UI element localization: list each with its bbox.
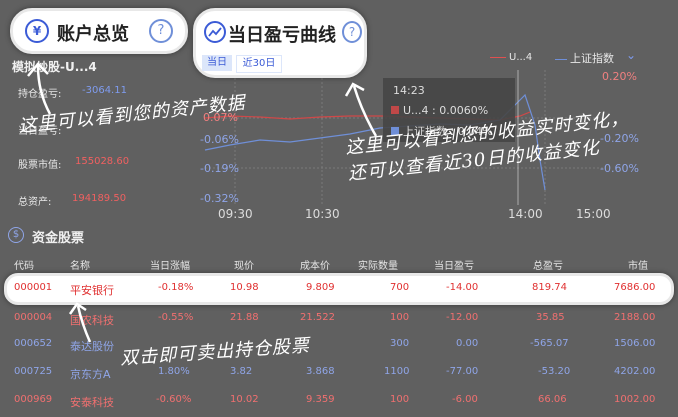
cell-qty: 300 [390,338,410,349]
table-header: 代码 名称 当日涨幅 现价 成本价 实际数量 当日盈亏 总盈亏 市值 [0,255,678,273]
cell-price: 10.98 [230,282,259,293]
cell-total-pnl: -565.07 [530,338,569,349]
left-tick: -0.06% [200,133,239,146]
x-tick: 15:00 [576,207,611,221]
help-icon[interactable]: ? [149,19,173,43]
cell-qty: 700 [390,282,410,293]
column-header: 实际数量 [358,261,398,272]
cell-market-value: 1506.00 [614,338,656,349]
x-tick: 10:30 [305,207,340,221]
cell-cost: 3.868 [306,366,335,377]
column-header: 代码 [14,261,34,272]
cell-total-pnl: -53.20 [538,366,571,377]
tab-pnl-curve[interactable]: 当日盈亏曲线 ? 当日 近30日 [193,8,367,78]
cell-daily-pnl: -77.00 [446,366,479,377]
cell-change: -0.18% [158,282,194,293]
cell-cost: 9.359 [306,394,335,405]
yuan-icon: ¥ [25,19,49,43]
cell-total-pnl: 66.06 [538,394,567,405]
tab-account-overview[interactable]: ¥ 账户总览 ? [10,8,188,54]
cell-market-value: 7686.00 [614,282,656,293]
left-tick: -0.32% [200,192,239,205]
cell-qty: 100 [390,312,410,323]
market-value: 155028.60 [75,156,130,167]
column-header: 成本价 [300,261,330,272]
cell-code: 000652 [14,338,53,349]
cell-code: 000001 [14,282,53,293]
column-header: 总盈亏 [533,261,563,272]
cell-code: 000969 [14,394,53,405]
market-value-label: 股票市值: [18,160,62,171]
tooltip-row1: U...4 : 0.0060% [391,104,488,117]
help-icon[interactable]: ? [342,21,362,43]
cell-total-pnl: 35.85 [536,312,565,323]
table-row[interactable]: 000001 平安银行 -0.18% 10.98 9.809 700 -14.0… [0,276,678,300]
total-assets-value: 194189.50 [72,193,127,204]
table-row[interactable]: 000969 安泰科技 -0.60% 10.02 9.359 100 -6.00… [0,388,678,412]
cell-change: -0.60% [156,394,192,405]
cell-change: -0.55% [158,312,194,323]
cell-market-value: 2188.00 [614,312,656,323]
x-tick: 14:00 [508,207,543,221]
cell-daily-pnl: -14.00 [446,282,479,293]
cell-name: 京东方A [70,368,111,381]
column-header: 当日涨幅 [150,261,190,272]
wallet-icon: $ [8,227,24,243]
column-header: 现价 [234,261,254,272]
cell-qty: 1100 [384,366,410,377]
cell-code: 000725 [14,366,53,377]
arrow-to-row [68,302,92,343]
cell-market-value: 4202.00 [614,366,656,377]
cell-qty: 100 [390,394,410,405]
holdings-title: 资金股票 [32,231,85,246]
cell-price: 3.82 [230,366,253,377]
cell-daily-pnl: -6.00 [452,394,478,405]
column-header: 市值 [628,261,648,272]
cell-market-value: 1002.00 [614,394,656,405]
x-tick: 09:30 [218,207,253,221]
chevron-down-icon[interactable]: ⌄ [626,48,636,62]
column-header: 名称 [70,261,90,272]
period-today-button[interactable]: 当日 [202,55,232,71]
period-30-button[interactable]: 近30日 [236,55,282,73]
left-tick: -0.19% [200,162,239,175]
cell-cost: 9.809 [306,282,335,293]
cell-code: 000004 [14,312,53,323]
tooltip-time: 14:23 [393,84,425,97]
position-pnl-value: -3064.11 [82,85,127,96]
legend-series2-label: 上证指数 [570,52,614,65]
right-tick: 0.20% [602,70,637,83]
right-tick: -0.60% [600,162,639,175]
cell-price: 21.88 [230,312,259,323]
legend-series2: 上证指数 [555,50,614,66]
cell-daily-pnl: -12.00 [446,312,479,323]
tab-pnl-label: 当日盈亏曲线 [228,25,336,46]
line-chart-icon [204,21,226,43]
cell-name: 平安银行 [70,284,114,297]
cell-name: 安泰科技 [70,396,114,409]
total-assets-label: 总资产: [18,197,52,208]
column-header: 当日盈亏 [434,261,474,272]
legend-series1: U...4 [490,52,532,63]
cell-cost: 21.522 [300,312,335,323]
legend-series1-label: U...4 [509,52,533,63]
cell-daily-pnl: 0.00 [456,338,479,349]
cell-total-pnl: 819.74 [532,282,567,293]
cell-price: 10.02 [230,394,259,405]
tab-account-label: 账户总览 [57,24,129,45]
table-row[interactable]: 000725 京东方A 1.80% 3.82 3.868 1100 -77.00… [0,360,678,384]
tooltip-series1: U...4 : 0.0060% [403,104,489,117]
